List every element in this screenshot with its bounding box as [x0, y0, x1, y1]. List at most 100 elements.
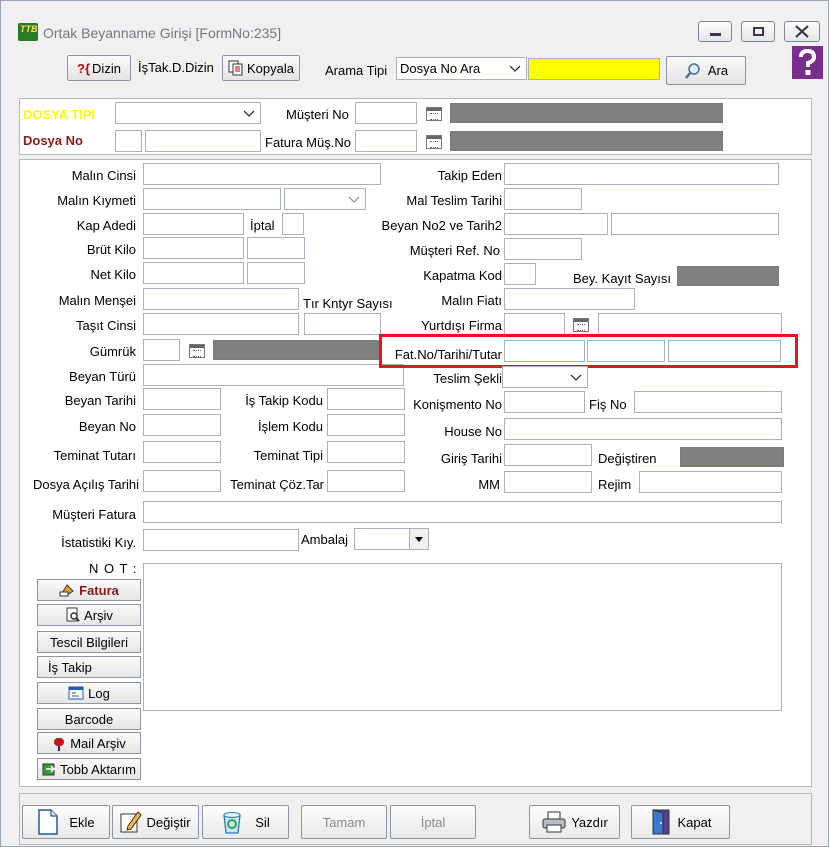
fatura-mus-no-input[interactable]: [355, 130, 417, 152]
teminat-tipi-input[interactable]: [327, 441, 405, 463]
iptal-button[interactable]: İptal: [390, 805, 476, 839]
calendar-icon[interactable]: [189, 344, 205, 358]
not-textarea[interactable]: [143, 563, 782, 711]
teminat-tutari-input[interactable]: [143, 441, 221, 463]
tescil-bilgileri-button[interactable]: Tescil Bilgileri: [37, 631, 141, 653]
mal-teslim-input[interactable]: [504, 188, 582, 210]
takip-eden-input[interactable]: [504, 163, 779, 185]
teslim-sekli-select[interactable]: [502, 366, 588, 388]
dosya-tipi-select[interactable]: [115, 102, 261, 124]
maximize-button[interactable]: [741, 21, 775, 42]
malin-cinsi-input[interactable]: [143, 163, 381, 185]
calendar-icon[interactable]: [426, 135, 442, 149]
teminat-tutari-label: Teminat Tutarı: [53, 448, 136, 463]
net-kilo-unit-input[interactable]: [247, 262, 305, 284]
maximize-icon: [753, 27, 764, 36]
mm-input[interactable]: [504, 471, 592, 493]
ekle-button[interactable]: Ekle: [22, 805, 110, 839]
net-kilo-input[interactable]: [143, 262, 244, 284]
ambalaj-select[interactable]: [354, 528, 429, 550]
beyan-turu-input[interactable]: [143, 364, 404, 386]
doviz-select[interactable]: [284, 188, 366, 210]
malin-fiati-label: Malın Fiatı: [441, 293, 502, 308]
fatura-label: Fatura: [79, 582, 119, 598]
degistiren-display: [680, 447, 784, 467]
degistir-label: Değiştir: [146, 814, 191, 830]
invoice-icon: [59, 584, 74, 597]
malin-mensei-input[interactable]: [143, 288, 299, 310]
brut-kilo-input[interactable]: [143, 237, 244, 259]
kapatma-kod-input[interactable]: [504, 263, 536, 285]
fatura-button[interactable]: Fatura: [37, 579, 141, 601]
giris-tarihi-input[interactable]: [504, 444, 592, 466]
islem-kodu-input[interactable]: [327, 414, 405, 436]
close-button[interactable]: [784, 21, 820, 42]
malin-kiymeti-input[interactable]: [143, 188, 281, 210]
teslim-sekli-label: Teslim Şekli: [433, 371, 502, 386]
house-no-input[interactable]: [504, 418, 782, 440]
yurtdisi-firma-input[interactable]: [504, 313, 565, 335]
title-bar: TTB Ortak Beyanname Girişi [FormNo:235]: [1, 1, 828, 42]
tasit-cinsi-input[interactable]: [143, 313, 299, 335]
musteri-name-display: [450, 103, 723, 123]
dosya-acilis-input[interactable]: [143, 470, 221, 492]
musteri-fatura-label: Müşteri Fatura: [52, 507, 136, 522]
help-button[interactable]: [792, 46, 823, 79]
fis-no-input[interactable]: [634, 391, 782, 413]
istatistiki-input[interactable]: [143, 529, 299, 551]
fis-no-label: Fiş No: [589, 397, 627, 412]
arsiv-button[interactable]: Arşiv: [37, 604, 141, 626]
calendar-icon[interactable]: [426, 107, 442, 121]
yazdir-button[interactable]: Yazdır: [529, 805, 620, 839]
gumruk-label: Gümrük: [89, 344, 136, 359]
arama-tipi-select[interactable]: Dosya No Ara: [396, 57, 527, 80]
malin-mensei-label: Malın Menşei: [58, 293, 136, 308]
tamam-button[interactable]: Tamam: [301, 805, 387, 839]
fatura-mus-no-label: Fatura Müş.No: [265, 135, 351, 150]
tir-kntyr-input[interactable]: [304, 313, 381, 335]
is-takip-button[interactable]: İş Takip: [37, 656, 141, 678]
yurtdisi-firma-name-input[interactable]: [598, 313, 782, 335]
konismento-label: Konişmento No: [413, 397, 502, 412]
musteri-fatura-input[interactable]: [143, 501, 782, 523]
istak-dizin-link[interactable]: İşTak.D.Dizin: [138, 60, 214, 75]
gumruk-input[interactable]: [143, 339, 180, 361]
kapat-button[interactable]: Kapat: [631, 805, 730, 839]
beyan-no2-input[interactable]: [504, 213, 608, 235]
konismento-input[interactable]: [504, 391, 585, 413]
mail-arsiv-button[interactable]: Mail Arşiv: [37, 732, 141, 754]
chevron-down-icon: [570, 374, 582, 381]
iptal-input[interactable]: [282, 213, 304, 235]
beyan-no-input[interactable]: [143, 414, 221, 436]
degistiren-label: Değiştiren: [598, 451, 657, 466]
teminat-coz-input[interactable]: [327, 470, 405, 492]
musteri-ref-input[interactable]: [504, 238, 582, 260]
dosya-no-prefix-input[interactable]: [115, 130, 142, 152]
ara-button[interactable]: Ara: [666, 56, 746, 85]
rejim-input[interactable]: [639, 471, 782, 493]
dosya-no-input[interactable]: [145, 130, 261, 152]
is-takip-kodu-input[interactable]: [327, 388, 405, 410]
is-takip-kodu-label: İş Takip Kodu: [245, 393, 323, 408]
minimize-button[interactable]: [698, 21, 732, 42]
tobb-aktarim-button[interactable]: Tobb Aktarım: [37, 758, 141, 780]
search-input[interactable]: [528, 58, 660, 80]
kopyala-button[interactable]: Kopyala: [222, 55, 300, 81]
beyan-tarihi-input[interactable]: [143, 388, 221, 410]
kap-adedi-input[interactable]: [143, 213, 244, 235]
calendar-icon[interactable]: [573, 318, 589, 332]
yurtdisi-firma-label: Yurtdışı Firma: [421, 318, 502, 333]
musteri-no-input[interactable]: [355, 102, 417, 124]
mal-teslim-label: Mal Teslim Tarihi: [406, 193, 502, 208]
dizin-button[interactable]: ?{Dizin: [67, 55, 131, 81]
tasit-cinsi-label: Taşıt Cinsi: [76, 318, 136, 333]
beyan-no2-label: Beyan No2 ve Tarih2: [381, 218, 502, 233]
barcode-button[interactable]: Barcode: [37, 708, 141, 730]
brut-kilo-unit-input[interactable]: [247, 237, 305, 259]
sil-button[interactable]: Sil: [202, 805, 289, 839]
degistir-button[interactable]: Değiştir: [112, 805, 199, 839]
close-icon: [795, 25, 809, 38]
malin-fiati-input[interactable]: [504, 288, 635, 310]
log-button[interactable]: Log: [37, 682, 141, 704]
tarih2-input[interactable]: [611, 213, 779, 235]
